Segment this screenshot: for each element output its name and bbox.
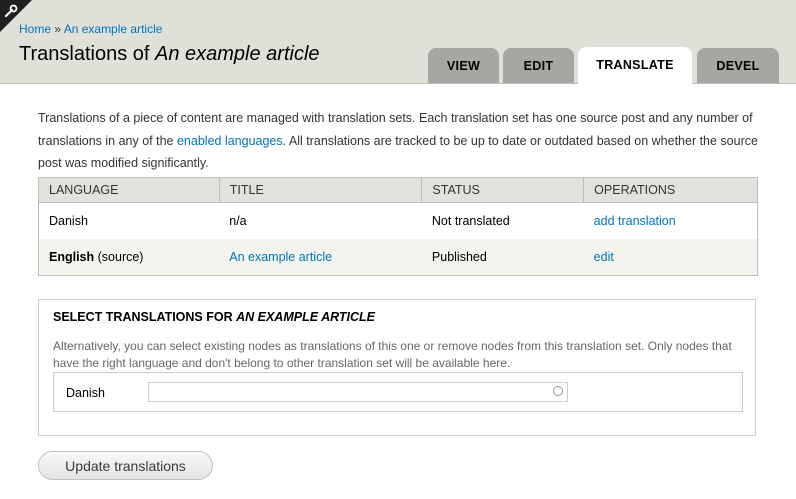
status-cell: Not translated: [421, 202, 584, 239]
add-translation-link[interactable]: add translation: [594, 214, 676, 228]
table-row: English (source) An example article Publ…: [38, 239, 758, 276]
tab-devel[interactable]: Devel: [697, 48, 779, 83]
breadcrumb-current-link[interactable]: An example article: [64, 22, 163, 36]
column-header-language: Language: [38, 177, 220, 203]
page-title: Translations of An example article: [19, 43, 320, 66]
column-header-status: Status: [421, 177, 585, 203]
operations-cell: add translation: [583, 202, 758, 239]
operations-cell: edit: [583, 239, 758, 276]
fieldset-legend-node: An example article: [236, 310, 376, 324]
table-header-row: Language Title Status Operations: [38, 177, 758, 203]
breadcrumb-home-link[interactable]: Home: [19, 22, 51, 36]
translation-select-row: Danish: [53, 372, 743, 412]
breadcrumb-separator: »: [51, 22, 64, 36]
title-cell: An example article: [219, 239, 422, 276]
fieldset-description: Alternatively, you can select existing n…: [53, 339, 732, 370]
page-title-prefix: Translations of: [19, 43, 155, 65]
enabled-languages-link[interactable]: enabled languages: [177, 134, 283, 148]
tab-translate[interactable]: Translate: [578, 47, 692, 84]
page-title-node: An example article: [155, 43, 320, 65]
status-cell: Published: [421, 239, 584, 276]
language-cell: English (source): [38, 239, 220, 276]
select-translations-fieldset: Select translations for An example artic…: [38, 299, 756, 436]
edit-link[interactable]: edit: [594, 250, 614, 264]
language-name: Danish: [49, 214, 88, 228]
intro-text: Translations of a piece of content are m…: [38, 107, 758, 175]
header-bar: Home » An example article Translations o…: [0, 0, 796, 84]
translations-table: Language Title Status Operations Danish …: [38, 177, 758, 276]
tab-view[interactable]: View: [428, 48, 499, 83]
fieldset-legend: Select translations for An example artic…: [53, 310, 375, 324]
node-autocomplete-input[interactable]: [148, 382, 568, 402]
fieldset-legend-prefix: Select translations for: [53, 310, 237, 324]
update-translations-button[interactable]: Update translations: [38, 451, 213, 480]
source-title-link[interactable]: An example article: [229, 250, 332, 264]
row-language-label: Danish: [66, 386, 105, 400]
breadcrumb: Home » An example article: [19, 22, 162, 36]
table-row: Danish n/a Not translated add translatio…: [38, 202, 758, 239]
source-marker: (source): [94, 250, 144, 264]
column-header-operations: Operations: [583, 177, 758, 203]
title-cell: n/a: [219, 202, 422, 239]
language-name: English: [49, 250, 95, 264]
wrench-icon[interactable]: [2, 2, 20, 20]
language-cell: Danish: [38, 202, 220, 239]
column-header-title: Title: [218, 177, 423, 203]
autocomplete-throbber-icon: [553, 386, 563, 396]
tab-edit[interactable]: Edit: [503, 48, 574, 83]
